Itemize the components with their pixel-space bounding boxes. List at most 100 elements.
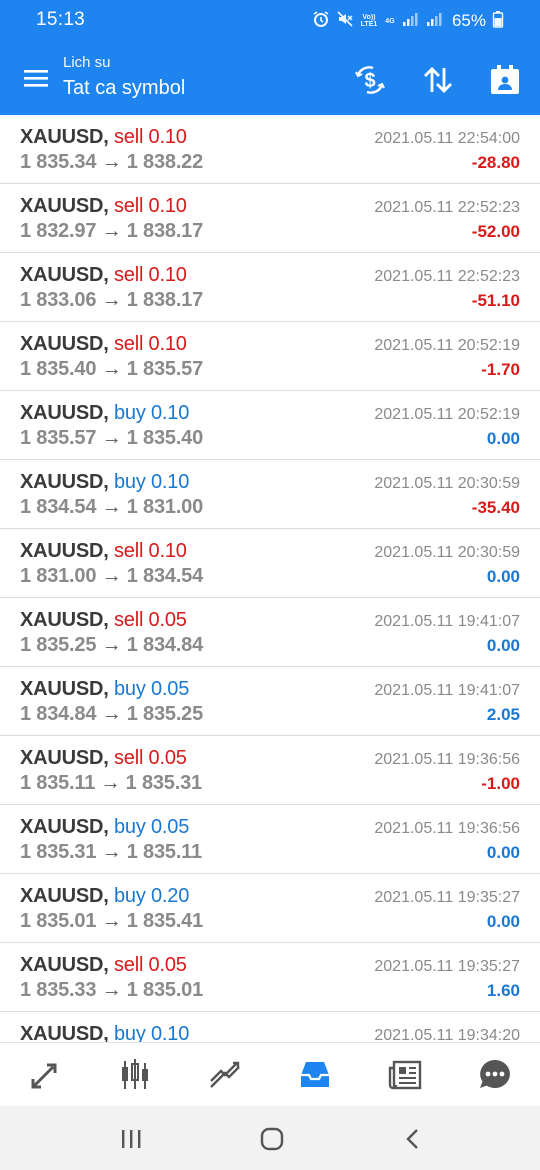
trade-time: 2021.05.11 19:36:56	[374, 751, 520, 768]
open-price: 1 832.97	[20, 220, 97, 242]
close-price: 1 835.11	[126, 841, 202, 863]
tab-history[interactable]	[270, 1043, 360, 1106]
currency-button[interactable]: $	[352, 62, 388, 98]
trade-side: sell 0.10	[113, 333, 187, 355]
arrow-right-icon: →	[96, 979, 127, 1001]
trade-symbol: XAUUSD,	[20, 471, 109, 493]
trade-symbol: XAUUSD,	[20, 195, 109, 217]
close-price: 1 838.17	[126, 289, 204, 311]
trade-row[interactable]: XAUUSD, buy 0.20 1 835.01 → 1 835.41 2021.…	[0, 874, 540, 943]
trade-history-list[interactable]: XAUUSD, sell 0.10 1 835.34 → 1 838.22 2021…	[0, 115, 540, 1042]
trade-symbol-line: XAUUSD, buy 0.10	[20, 1023, 189, 1042]
trade-row[interactable]: XAUUSD, sell 0.10 1 831.00 → 1 834.54 2021…	[0, 529, 540, 598]
home-button[interactable]	[257, 1126, 287, 1152]
trade-profit: -1.70	[481, 360, 520, 379]
trade-row[interactable]: XAUUSD, sell 0.10 1 833.06 → 1 838.17 2021…	[0, 253, 540, 322]
trade-row[interactable]: XAUUSD, buy 0.10 2021.05.11 19:34:20	[0, 1012, 540, 1042]
trade-prices: 1 834.84 → 1 835.25	[20, 703, 203, 726]
tab-chat[interactable]	[450, 1043, 540, 1106]
arrow-right-icon: →	[96, 634, 127, 656]
system-nav-bar	[0, 1106, 540, 1170]
back-button[interactable]	[398, 1126, 428, 1152]
open-price: 1 835.01	[20, 910, 97, 932]
tab-chart[interactable]	[90, 1043, 180, 1106]
trade-prices: 1 835.40 → 1 835.57	[20, 358, 203, 381]
chat-icon	[480, 1059, 510, 1088]
home-icon	[260, 1127, 284, 1151]
trade-row[interactable]: XAUUSD, buy 0.05 1 835.31 → 1 835.11 2021.…	[0, 805, 540, 874]
network-type-label: 4G	[385, 17, 395, 25]
trade-profit: 1.60	[486, 981, 520, 1000]
arrow-right-icon: →	[96, 427, 127, 449]
trade-row[interactable]: XAUUSD, buy 0.10 1 835.57 → 1 835.40 2021.…	[0, 391, 540, 460]
close-price: 1 835.57	[126, 358, 204, 380]
news-icon	[388, 1060, 422, 1089]
tab-quotes[interactable]	[0, 1043, 90, 1106]
arrow-right-icon: →	[96, 703, 127, 725]
arrow-right-icon: →	[96, 289, 127, 311]
trade-prices: 1 831.00 → 1 834.54	[20, 565, 203, 588]
trade-row[interactable]: XAUUSD, sell 0.10 1 832.97 → 1 838.17 2021…	[0, 184, 540, 253]
status-icons: Vo)) LTE1 4G 65%	[312, 10, 504, 32]
tab-trade[interactable]	[180, 1043, 270, 1106]
trade-symbol: XAUUSD,	[20, 1023, 109, 1042]
arrow-right-icon: →	[96, 220, 127, 242]
sort-button[interactable]	[420, 62, 456, 98]
trade-side: sell 0.05	[113, 747, 187, 769]
battery-icon	[492, 10, 504, 33]
trade-row[interactable]: XAUUSD, buy 0.10 1 834.54 → 1 831.00 2021.…	[0, 460, 540, 529]
mute-icon	[336, 10, 354, 33]
open-price: 1 835.57	[20, 427, 97, 449]
menu-button[interactable]	[22, 64, 52, 94]
trade-profit: 0.00	[486, 429, 520, 448]
alarm-icon	[312, 10, 330, 33]
trade-prices: 1 835.01 → 1 835.41	[20, 910, 203, 933]
trade-symbol: XAUUSD,	[20, 402, 109, 424]
trade-symbol: XAUUSD,	[20, 609, 109, 631]
trade-row[interactable]: XAUUSD, sell 0.05 1 835.11 → 1 835.31 2021…	[0, 736, 540, 805]
svg-text:$: $	[364, 70, 375, 92]
trade-profit: 0.00	[486, 843, 520, 862]
trade-profit: -52.00	[471, 222, 520, 241]
volte-label: Vo)) LTE1	[360, 14, 378, 28]
trade-prices: 1 835.33 → 1 835.01	[20, 979, 203, 1002]
trade-side: sell 0.10	[113, 264, 187, 286]
trade-symbol: XAUUSD,	[20, 333, 109, 355]
trade-row[interactable]: XAUUSD, sell 0.05 1 835.33 → 1 835.01 2021…	[0, 943, 540, 1012]
trade-prices: 1 835.57 → 1 835.40	[20, 427, 203, 450]
trade-time: 2021.05.11 19:41:07	[374, 682, 520, 699]
open-price: 1 835.33	[20, 979, 97, 1001]
signal-icon	[402, 11, 420, 32]
trade-time: 2021.05.11 20:30:59	[374, 544, 520, 561]
trade-row[interactable]: XAUUSD, sell 0.10 1 835.40 → 1 835.57 2021…	[0, 322, 540, 391]
trade-profit: 2.05	[486, 705, 520, 724]
open-price: 1 835.11	[20, 772, 96, 794]
close-price: 1 835.40	[126, 427, 204, 449]
trade-time: 2021.05.11 20:52:19	[374, 406, 520, 423]
calendar-button[interactable]	[487, 62, 523, 98]
trade-row[interactable]: XAUUSD, sell 0.05 1 835.25 → 1 834.84 2021…	[0, 598, 540, 667]
trade-symbol-line: XAUUSD, sell 0.05	[20, 747, 187, 770]
trade-time: 2021.05.11 22:52:23	[374, 199, 520, 216]
app-title[interactable]: Tat ca symbol	[63, 74, 185, 102]
trade-time: 2021.05.11 22:54:00	[374, 130, 520, 147]
arrow-right-icon: →	[95, 772, 126, 794]
trade-symbol: XAUUSD,	[20, 747, 109, 769]
signal-2-icon	[426, 11, 444, 32]
recent-apps-button[interactable]	[116, 1126, 146, 1152]
trade-time: 2021.05.11 20:30:59	[374, 475, 520, 492]
trade-profit: -28.80	[471, 153, 520, 172]
trade-prices: 1 835.34 → 1 838.22	[20, 151, 203, 174]
sort-icon	[424, 67, 452, 93]
tab-news[interactable]	[360, 1043, 450, 1106]
trade-symbol-line: XAUUSD, buy 0.05	[20, 678, 189, 701]
candlestick-chart-icon	[122, 1058, 148, 1089]
open-price: 1 835.31	[20, 841, 97, 863]
trade-row[interactable]: XAUUSD, buy 0.05 1 834.84 → 1 835.25 2021.…	[0, 667, 540, 736]
close-price: 1 838.22	[126, 151, 204, 173]
trade-row[interactable]: XAUUSD, sell 0.10 1 835.34 → 1 838.22 2021…	[0, 115, 540, 184]
trade-time: 2021.05.11 19:35:27	[374, 889, 520, 906]
trade-symbol-line: XAUUSD, buy 0.10	[20, 471, 189, 494]
open-price: 1 831.00	[20, 565, 97, 587]
close-price: 1 835.31	[125, 772, 202, 794]
